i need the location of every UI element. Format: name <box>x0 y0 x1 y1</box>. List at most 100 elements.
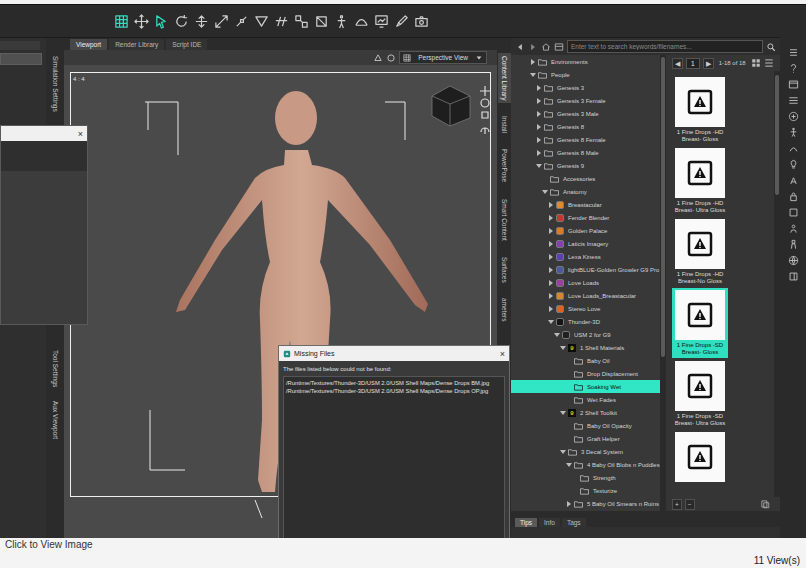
camera-menu-icon[interactable] <box>386 53 396 63</box>
info-tab[interactable]: Tags <box>562 518 586 527</box>
tree-scrollbar[interactable] <box>660 55 666 511</box>
asset-tile[interactable] <box>672 430 728 484</box>
close-button[interactable]: × <box>78 129 83 139</box>
home-icon[interactable] <box>541 42 551 52</box>
tree-item[interactable]: 3 Decal System <box>511 445 660 458</box>
tree-item[interactable]: 5 Baby Oil Smears n Ruins <box>511 497 660 510</box>
expanded-arrow-icon[interactable] <box>536 163 542 169</box>
asset-tile[interactable]: 1 Fine Drops -SD Breast- Gloss <box>672 288 728 358</box>
tree-arrow[interactable] <box>548 280 554 286</box>
layout-icon[interactable] <box>788 79 799 90</box>
tree-item[interactable]: Genesis 8 <box>511 120 660 133</box>
viewport-tab[interactable]: Viewport <box>70 39 107 50</box>
tree-item[interactable]: Genesis 9 <box>511 159 660 172</box>
expanded-arrow-icon[interactable] <box>542 189 548 195</box>
asset-tile[interactable]: 1 Fine Drops -HD Breast- Ultra Gloss <box>672 146 728 216</box>
tree-item[interactable]: Strength <box>511 471 660 484</box>
collapsed-arrow-icon[interactable] <box>548 267 554 273</box>
scene-icon[interactable] <box>788 111 799 122</box>
pane-menu-icon[interactable] <box>788 47 799 58</box>
tree-item[interactable]: Genesis 3 Male <box>511 107 660 120</box>
tree-arrow[interactable] <box>536 150 542 156</box>
tree-arrow[interactable] <box>536 98 542 104</box>
collapsed-arrow-icon[interactable] <box>536 124 542 130</box>
tree-arrow[interactable] <box>548 215 554 221</box>
tree-item[interactable]: Texturize <box>511 484 660 497</box>
back-icon[interactable] <box>515 42 525 52</box>
collapsed-arrow-icon[interactable] <box>548 280 554 286</box>
side-tab[interactable]: Content Library <box>498 53 511 103</box>
tree-item[interactable]: Genesis 8 Male <box>511 146 660 159</box>
universal-tool-icon[interactable] <box>134 14 149 29</box>
tree-item[interactable]: Thunder-3D <box>511 315 660 328</box>
page-number[interactable]: 1 <box>686 58 700 69</box>
tree-item[interactable]: People <box>511 68 660 81</box>
tree-item[interactable]: Genesis 3 <box>511 81 660 94</box>
pointer-icon[interactable] <box>154 14 169 29</box>
tree-arrow[interactable] <box>536 111 542 117</box>
side-tab[interactable]: Simulation Settings <box>49 52 62 116</box>
tree-arrow[interactable] <box>560 410 566 416</box>
tree-item[interactable]: Stereo Love <box>511 302 660 315</box>
search-icon[interactable] <box>766 42 776 52</box>
morph-icon[interactable] <box>788 143 799 154</box>
tree-item[interactable]: Love Loads_Breastacular <box>511 289 660 302</box>
tree-arrow[interactable] <box>560 449 566 455</box>
side-tab[interactable]: Surfaces <box>498 254 511 286</box>
tree-arrow[interactable] <box>566 462 572 468</box>
expanded-arrow-icon[interactable] <box>560 449 566 455</box>
character-icon[interactable] <box>788 239 799 250</box>
collapsed-arrow-icon[interactable] <box>566 501 572 507</box>
left-pane-field[interactable] <box>0 53 42 65</box>
node-weight-icon[interactable] <box>274 14 289 29</box>
scale-icon[interactable] <box>214 14 229 29</box>
tree-arrow[interactable] <box>560 345 566 351</box>
spot-render-icon[interactable] <box>374 14 389 29</box>
tree-arrow[interactable] <box>566 384 572 390</box>
tree-arrow[interactable] <box>536 85 542 91</box>
tree-item[interactable]: Soaking Wet <box>511 380 660 393</box>
tree-item[interactable]: Breastacular <box>511 198 660 211</box>
collapsed-arrow-icon[interactable] <box>536 85 542 91</box>
tree-arrow[interactable] <box>566 371 572 377</box>
tree-item[interactable]: Genesis 3 Female <box>511 94 660 107</box>
expanded-arrow-icon[interactable] <box>530 72 536 78</box>
expanded-arrow-icon[interactable] <box>560 345 566 351</box>
side-tab[interactable]: Smart Content <box>498 196 511 244</box>
tree-item[interactable]: Fender Blender <box>511 211 660 224</box>
tree-arrow[interactable] <box>548 267 554 273</box>
side-tab[interactable]: Install <box>498 113 511 136</box>
asset-tile[interactable]: 1 Fine Drops -HD Breast- Gloss <box>672 75 728 145</box>
icon-view-icon[interactable] <box>751 58 761 68</box>
dform-icon[interactable] <box>354 14 369 29</box>
tree-arrow[interactable] <box>566 501 572 507</box>
collapsed-arrow-icon[interactable] <box>548 202 554 208</box>
scroll-handle[interactable] <box>661 57 665 357</box>
tree-arrow[interactable] <box>548 293 554 299</box>
next-page-button[interactable]: ▶ <box>703 58 714 69</box>
side-tab[interactable]: Aux Viewport <box>49 397 62 443</box>
side-tab[interactable]: ameters <box>498 295 511 324</box>
pane-options-icon[interactable] <box>760 499 770 509</box>
asset-scrollbar[interactable] <box>774 71 780 497</box>
tree-arrow[interactable] <box>566 436 572 442</box>
tree-item[interactable]: Love Loads <box>511 276 660 289</box>
tree-item[interactable]: Laticis Imagery <box>511 237 660 250</box>
tree-arrow[interactable] <box>536 163 542 169</box>
list-icon[interactable] <box>788 95 799 106</box>
tree-arrow[interactable] <box>530 72 536 78</box>
forward-icon[interactable] <box>528 42 538 52</box>
view-dropdown[interactable]: Perspective View <box>399 51 487 64</box>
tree-arrow[interactable] <box>548 241 554 247</box>
tree-item[interactable]: 9 1 Shell Materials <box>511 341 660 354</box>
tree-item[interactable]: Genesis 8 Female <box>511 133 660 146</box>
tree-item[interactable]: USM 2 for G9 <box>511 328 660 341</box>
help-icon[interactable] <box>788 63 799 74</box>
expanded-arrow-icon[interactable] <box>554 332 560 338</box>
viewport-tab[interactable]: Render Library <box>109 39 164 50</box>
tree-arrow[interactable] <box>548 319 554 325</box>
collapsed-arrow-icon[interactable] <box>536 111 542 117</box>
expanded-arrow-icon[interactable] <box>560 410 566 416</box>
tree-item[interactable]: Drop Displacement <box>511 367 660 380</box>
region-nav-icon[interactable] <box>294 14 309 29</box>
